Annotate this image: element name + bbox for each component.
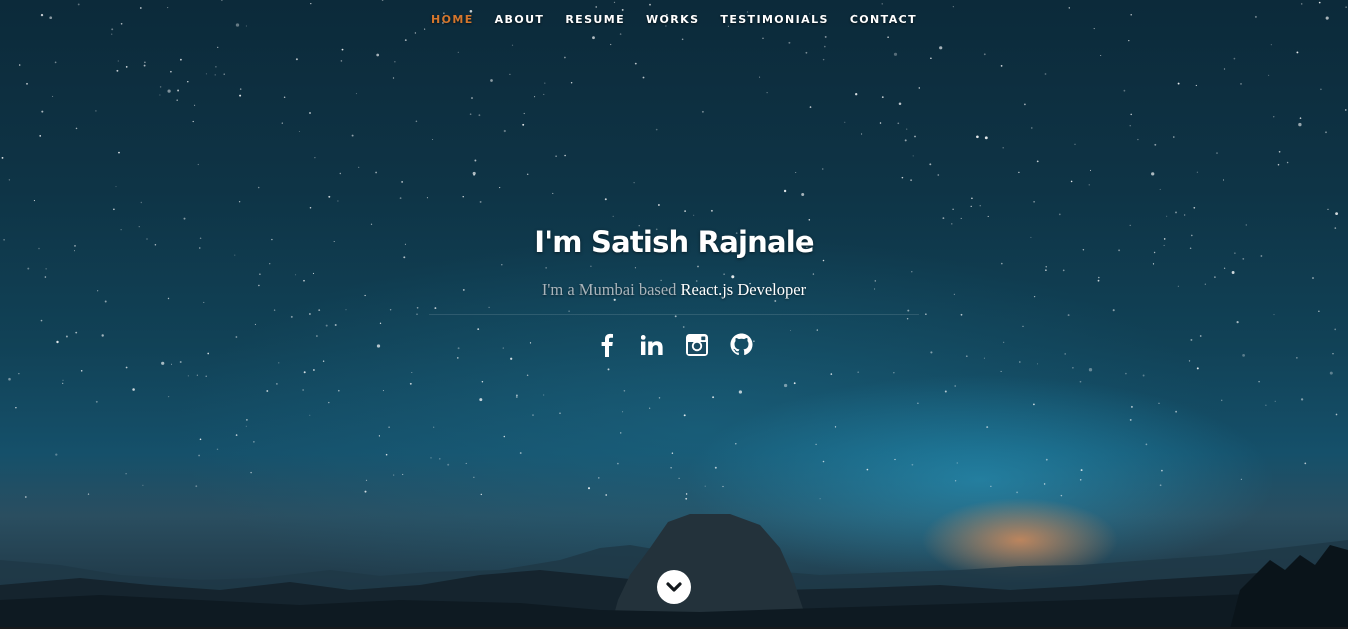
social-links — [0, 331, 1348, 362]
subtitle-role: React.js Developer — [680, 280, 807, 299]
chevron-down-icon — [666, 582, 682, 592]
instagram-link[interactable] — [683, 331, 710, 358]
nav-item-works[interactable]: Works — [636, 0, 709, 40]
github-link[interactable] — [728, 331, 755, 358]
social-item-instagram — [683, 331, 710, 362]
facebook-icon — [601, 333, 613, 357]
banner: I'm Satish Rajnale I'm a Mumbai based Re… — [0, 222, 1348, 362]
scroll-down-button[interactable] — [657, 570, 691, 604]
github-icon — [730, 333, 753, 355]
subtitle: I'm a Mumbai based React.js Developer — [0, 278, 1348, 302]
main-nav: Home About Resume Works Testimonials Contact — [0, 0, 1348, 40]
linkedin-link[interactable] — [638, 331, 665, 358]
nav-item-contact[interactable]: Contact — [840, 0, 927, 40]
divider — [429, 314, 919, 315]
subtitle-prefix: I'm a Mumbai based — [541, 280, 677, 299]
nav-item-resume[interactable]: Resume — [555, 0, 635, 40]
nav-item-home[interactable]: Home — [421, 0, 484, 40]
social-item-github — [728, 331, 755, 362]
linkedin-icon — [640, 334, 663, 355]
nav-item-about[interactable]: About — [485, 0, 555, 40]
social-item-linkedin — [638, 331, 665, 362]
social-item-facebook — [593, 331, 620, 362]
nav-item-testimonials[interactable]: Testimonials — [710, 0, 838, 40]
page-title: I'm Satish Rajnale — [534, 225, 814, 259]
instagram-icon — [685, 333, 708, 356]
facebook-link[interactable] — [593, 331, 620, 358]
